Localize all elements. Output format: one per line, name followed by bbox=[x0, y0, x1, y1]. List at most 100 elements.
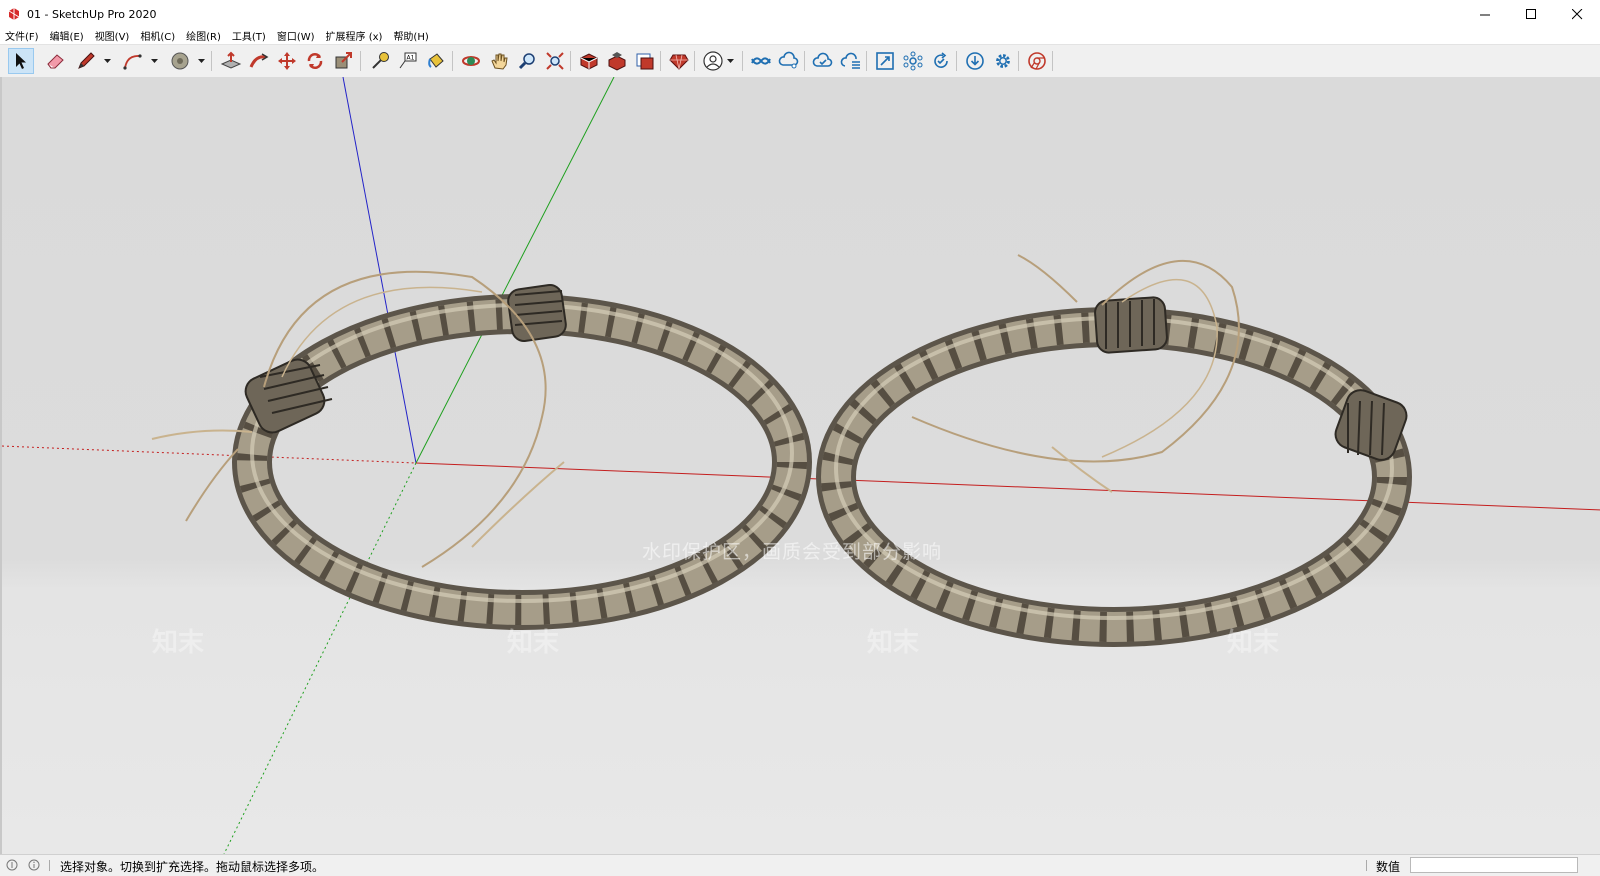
geolocation-icon[interactable] bbox=[6, 859, 18, 871]
move-tool-button[interactable] bbox=[274, 48, 300, 74]
account-button[interactable] bbox=[700, 48, 726, 74]
trimble-connect-button[interactable] bbox=[748, 48, 774, 74]
measurements-label: 数值 bbox=[1376, 860, 1401, 874]
toolbar-divider bbox=[956, 51, 957, 71]
orbit-tool-button[interactable] bbox=[458, 48, 484, 74]
browser-button[interactable] bbox=[1024, 48, 1050, 74]
menu-draw[interactable]: 绘图(R) bbox=[186, 28, 221, 43]
cloud-list-icon bbox=[840, 52, 860, 69]
watermark-mark: 知末 bbox=[152, 628, 205, 658]
maximize-button[interactable] bbox=[1508, 0, 1554, 28]
download-circle-icon bbox=[966, 52, 984, 70]
circle-disc-icon bbox=[171, 52, 189, 70]
toolbar-divider bbox=[694, 51, 695, 71]
main-toolbar: A1 bbox=[0, 44, 1600, 78]
pan-tool-button[interactable] bbox=[486, 48, 512, 74]
select-tool-button[interactable] bbox=[8, 48, 34, 74]
resize-frame-icon bbox=[876, 52, 894, 70]
model-viewport[interactable]: 水印保护区，画质会受到部分影响 知末 知末 知末 知末 bbox=[0, 77, 1600, 854]
toolbar-divider bbox=[211, 51, 212, 71]
menu-view[interactable]: 视图(V) bbox=[95, 28, 130, 43]
chevron-down-icon[interactable] bbox=[150, 57, 159, 65]
menu-tools[interactable]: 工具(T) bbox=[232, 28, 266, 43]
cloud-list-button[interactable] bbox=[838, 48, 864, 74]
tape-measure-tool-button[interactable] bbox=[367, 48, 393, 74]
cloud-check-icon bbox=[812, 52, 833, 67]
text-tool-button[interactable]: A1 bbox=[395, 48, 421, 74]
chevron-down-icon[interactable] bbox=[726, 57, 735, 65]
select-arrow-icon bbox=[16, 53, 26, 69]
menu-file[interactable]: 文件(F) bbox=[5, 28, 39, 43]
window-resize-button[interactable] bbox=[872, 48, 898, 74]
zoom-tool-button[interactable] bbox=[514, 48, 540, 74]
info-icon[interactable] bbox=[28, 859, 40, 871]
ruby-console-button[interactable] bbox=[666, 48, 692, 74]
menu-window[interactable]: 窗口(W) bbox=[277, 28, 315, 43]
rotate-tool-button[interactable] bbox=[302, 48, 328, 74]
sync-button[interactable] bbox=[928, 48, 954, 74]
text-label-icon: A1 bbox=[399, 52, 417, 69]
status-divider bbox=[1366, 860, 1367, 871]
circle-tool-button[interactable] bbox=[167, 48, 193, 74]
status-divider bbox=[49, 860, 50, 871]
blue-axis bbox=[342, 77, 417, 464]
menu-help[interactable]: 帮助(H) bbox=[393, 28, 428, 43]
menu-extensions[interactable]: 扩展程序 (x) bbox=[326, 28, 383, 43]
chevron-down-icon[interactable] bbox=[197, 57, 206, 65]
toolbar-divider bbox=[1052, 51, 1053, 71]
toolbar-divider bbox=[1018, 51, 1019, 71]
eraser-tool-button[interactable] bbox=[43, 48, 69, 74]
components-button[interactable] bbox=[900, 48, 926, 74]
settings-button[interactable] bbox=[990, 48, 1016, 74]
status-message: 选择对象。切换到扩充选择。拖动鼠标选择多项。 bbox=[60, 860, 325, 874]
toolbar-divider bbox=[452, 51, 453, 71]
line-tool-button[interactable] bbox=[73, 48, 99, 74]
title-bar: 01 - SketchUp Pro 2020 bbox=[0, 0, 1600, 28]
download-button[interactable] bbox=[962, 48, 988, 74]
push-pull-icon bbox=[220, 51, 242, 69]
paint-bucket-tool-button[interactable] bbox=[423, 48, 449, 74]
chevron-down-icon[interactable] bbox=[103, 57, 112, 65]
components-network-icon bbox=[903, 51, 923, 71]
toolbar-divider bbox=[660, 51, 661, 71]
zoom-extents-icon bbox=[546, 52, 564, 70]
minimize-button[interactable] bbox=[1462, 0, 1508, 28]
red-axis bbox=[415, 462, 1600, 511]
toolbar-divider bbox=[866, 51, 867, 71]
green-axis bbox=[415, 77, 615, 464]
arc-tool-button[interactable] bbox=[120, 48, 146, 74]
extension-warehouse-button[interactable] bbox=[604, 48, 630, 74]
zoom-extents-tool-button[interactable] bbox=[542, 48, 568, 74]
paint-bucket-icon bbox=[428, 53, 444, 68]
cloud-share-button[interactable] bbox=[776, 48, 802, 74]
hand-icon bbox=[491, 53, 508, 70]
watermark-mark: 知末 bbox=[867, 628, 920, 658]
menu-edit[interactable]: 编辑(E) bbox=[50, 28, 84, 43]
scale-tool-button[interactable] bbox=[330, 48, 356, 74]
chrome-icon bbox=[1028, 52, 1046, 70]
toolbar-divider bbox=[742, 51, 743, 71]
cloud-share-icon bbox=[778, 51, 799, 69]
sync-check-icon bbox=[934, 52, 948, 68]
bangle-right[interactable] bbox=[816, 254, 1412, 647]
eraser-icon bbox=[47, 54, 64, 69]
arc-icon bbox=[123, 54, 142, 70]
scale-icon bbox=[335, 52, 352, 69]
layout-icon bbox=[636, 53, 654, 70]
follow-me-tool-button[interactable] bbox=[246, 48, 272, 74]
menu-camera[interactable]: 相机(C) bbox=[140, 28, 175, 43]
close-button[interactable] bbox=[1554, 0, 1600, 28]
window-title: 01 - SketchUp Pro 2020 bbox=[27, 7, 157, 21]
viewport-canvas bbox=[2, 77, 1600, 854]
watermark-notice: 水印保护区，画质会受到部分影响 bbox=[642, 541, 943, 563]
follow-me-icon bbox=[249, 53, 269, 68]
measurements-input[interactable] bbox=[1410, 857, 1578, 873]
ruby-gem-icon bbox=[669, 54, 689, 70]
close-icon bbox=[1571, 8, 1582, 19]
watermark-mark: 知末 bbox=[1227, 628, 1280, 658]
trimble-connect-icon bbox=[751, 57, 771, 65]
send-to-layout-button[interactable] bbox=[632, 48, 658, 74]
3d-warehouse-button[interactable] bbox=[576, 48, 602, 74]
cloud-upload-button[interactable] bbox=[810, 48, 836, 74]
push-pull-tool-button[interactable] bbox=[218, 48, 244, 74]
